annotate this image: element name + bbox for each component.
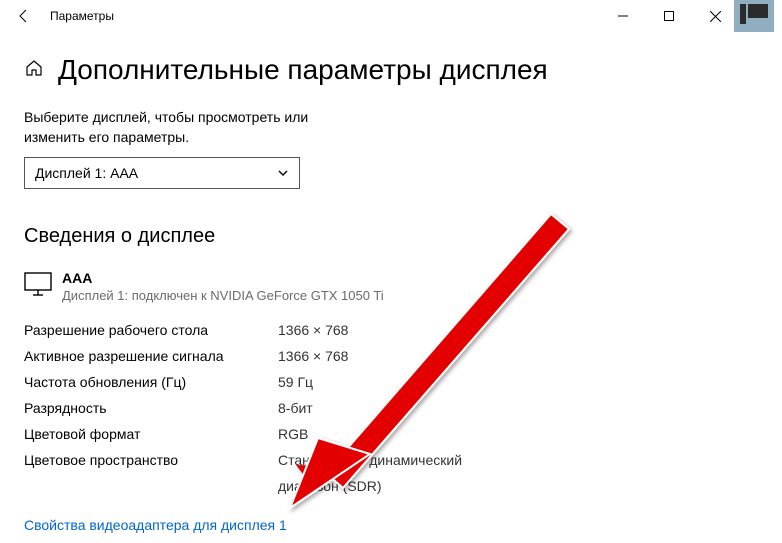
close-icon bbox=[710, 11, 721, 22]
arrow-left-icon bbox=[16, 8, 32, 24]
display-select-value: Дисплей 1: AAA bbox=[35, 165, 138, 181]
label: Цветовой формат bbox=[24, 421, 278, 447]
value: Стандартный динамический диапазон (SDR) bbox=[278, 447, 462, 499]
window-title: Параметры bbox=[40, 9, 114, 23]
row-bit-depth: Разрядность 8-бит bbox=[24, 395, 758, 421]
value: 8-бит bbox=[278, 395, 313, 421]
back-button[interactable] bbox=[8, 0, 40, 32]
taskbar-thumb bbox=[734, 0, 774, 32]
label: Разрядность bbox=[24, 395, 278, 421]
row-color-format: Цветовой формат RGB bbox=[24, 421, 758, 447]
row-color-space: Цветовое пространство Стандартный динами… bbox=[24, 447, 758, 499]
chevron-down-icon bbox=[277, 167, 289, 179]
row-refresh-rate: Частота обновления (Гц) 59 Гц bbox=[24, 369, 758, 395]
maximize-button[interactable] bbox=[646, 0, 692, 32]
instruction-text: Выберите дисплей, чтобы просмотреть или … bbox=[24, 108, 364, 147]
label: Частота обновления (Гц) bbox=[24, 369, 278, 395]
home-icon[interactable] bbox=[24, 58, 44, 83]
page-title: Дополнительные параметры дисплея bbox=[58, 54, 548, 86]
label: Цветовое пространство bbox=[24, 447, 278, 499]
adapter-properties-link[interactable]: Свойства видеоадаптера для дисплея 1 bbox=[24, 517, 287, 533]
value: 1366 × 768 bbox=[278, 343, 348, 369]
close-button[interactable] bbox=[692, 0, 738, 32]
monitor-icon bbox=[24, 272, 52, 301]
minimize-button[interactable] bbox=[600, 0, 646, 32]
section-title: Сведения о дисплее bbox=[24, 225, 758, 248]
row-active-resolution: Активное разрешение сигнала 1366 × 768 bbox=[24, 343, 758, 369]
label: Разрешение рабочего стола bbox=[24, 317, 278, 343]
value: RGB bbox=[278, 421, 308, 447]
row-desktop-resolution: Разрешение рабочего стола 1366 × 768 bbox=[24, 317, 758, 343]
maximize-icon bbox=[664, 11, 674, 21]
display-select[interactable]: Дисплей 1: AAA bbox=[24, 157, 300, 189]
display-name: AAA bbox=[62, 270, 384, 286]
minimize-icon bbox=[618, 11, 628, 21]
display-detail: Дисплей 1: подключен к NVIDIA GeForce GT… bbox=[62, 288, 384, 303]
label: Активное разрешение сигнала bbox=[24, 343, 278, 369]
value: 1366 × 768 bbox=[278, 317, 348, 343]
value: 59 Гц bbox=[278, 369, 313, 395]
